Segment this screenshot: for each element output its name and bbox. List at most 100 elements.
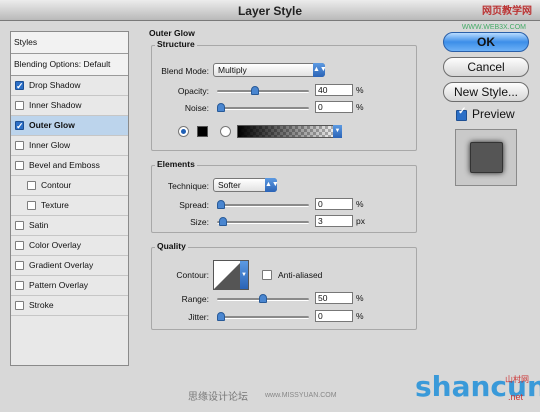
style-item-outer-glow[interactable]: Outer Glow bbox=[11, 116, 128, 136]
range-slider-thumb[interactable] bbox=[259, 294, 267, 303]
style-item-label: Texture bbox=[41, 200, 69, 210]
style-item-label: Outer Glow bbox=[29, 120, 75, 130]
spread-slider[interactable] bbox=[217, 200, 309, 209]
style-checkbox[interactable] bbox=[15, 77, 24, 96]
contour-picker[interactable]: ▼ bbox=[213, 260, 249, 290]
style-item-texture[interactable]: Texture bbox=[11, 196, 128, 216]
spread-input[interactable]: 0 bbox=[315, 198, 353, 210]
style-item-label: Bevel and Emboss bbox=[29, 160, 100, 170]
preview-swatch bbox=[470, 142, 503, 173]
new-style-button[interactable]: New Style... bbox=[443, 82, 529, 102]
glow-gradient-picker[interactable]: ▼ bbox=[237, 125, 342, 138]
style-item-label: Satin bbox=[29, 220, 49, 230]
select-arrows-icon: ▲▼ bbox=[265, 178, 279, 192]
range-label: Range: bbox=[181, 294, 209, 304]
style-item-label: Color Overlay bbox=[29, 240, 81, 250]
style-item-drop-shadow[interactable]: Drop Shadow bbox=[11, 76, 128, 96]
style-item-color-overlay[interactable]: Color Overlay bbox=[11, 236, 128, 256]
select-arrows-icon: ▲▼ bbox=[313, 63, 327, 77]
elements-title: Elements bbox=[155, 159, 197, 169]
style-checkbox[interactable] bbox=[27, 181, 36, 190]
range-slider[interactable] bbox=[217, 294, 309, 303]
opacity-input[interactable]: 40 bbox=[315, 84, 353, 96]
style-item-bevel-and-emboss[interactable]: Bevel and Emboss bbox=[11, 156, 128, 176]
noise-slider-thumb[interactable] bbox=[217, 103, 225, 112]
style-item-label: Stroke bbox=[29, 300, 54, 310]
style-item-inner-glow[interactable]: Inner Glow bbox=[11, 136, 128, 156]
style-item-label: Pattern Overlay bbox=[29, 280, 89, 290]
spread-label: Spread: bbox=[179, 200, 209, 210]
jitter-slider[interactable] bbox=[217, 312, 309, 321]
solid-color-radio[interactable] bbox=[178, 126, 189, 137]
noise-unit: % bbox=[356, 102, 364, 112]
style-preview bbox=[455, 129, 517, 186]
style-item-contour[interactable]: Contour bbox=[11, 176, 128, 196]
glow-color-swatch[interactable] bbox=[197, 126, 208, 137]
opacity-slider[interactable] bbox=[217, 86, 309, 95]
blend-mode-select[interactable]: Multiply ▲▼ bbox=[213, 63, 327, 77]
ok-button[interactable]: OK bbox=[443, 32, 529, 52]
range-input[interactable]: 50 bbox=[315, 292, 353, 304]
watermark-logo-net: .net bbox=[508, 392, 524, 402]
jitter-label: Jitter: bbox=[188, 312, 209, 322]
preview-label: Preview bbox=[472, 107, 515, 121]
style-checkbox[interactable] bbox=[15, 117, 24, 136]
blend-mode-value: Multiply bbox=[218, 65, 247, 75]
window-title: Layer Style bbox=[237, 4, 303, 18]
contour-label: Contour: bbox=[176, 270, 209, 280]
jitter-input[interactable]: 0 bbox=[315, 310, 353, 322]
style-item-gradient-overlay[interactable]: Gradient Overlay bbox=[11, 256, 128, 276]
style-item-inner-shadow[interactable]: Inner Shadow bbox=[11, 96, 128, 116]
styles-list: Styles Blending Options: Default Drop Sh… bbox=[10, 31, 129, 366]
anti-aliased-checkbox[interactable] bbox=[262, 270, 272, 280]
size-slider-thumb[interactable] bbox=[218, 217, 227, 226]
chevron-down-icon: ▼ bbox=[240, 261, 248, 289]
style-item-label: Drop Shadow bbox=[29, 80, 81, 90]
size-unit: px bbox=[356, 216, 365, 226]
range-unit: % bbox=[356, 293, 364, 303]
jitter-slider-thumb[interactable] bbox=[217, 312, 225, 321]
panel-title: Outer Glow bbox=[147, 28, 197, 38]
style-checkbox[interactable] bbox=[27, 201, 36, 210]
style-item-label: Gradient Overlay bbox=[29, 260, 94, 270]
anti-aliased-label: Anti-aliased bbox=[278, 270, 323, 280]
style-item-satin[interactable]: Satin bbox=[11, 216, 128, 236]
opacity-slider-thumb[interactable] bbox=[250, 86, 259, 95]
structure-title: Structure bbox=[155, 39, 197, 49]
quality-title: Quality bbox=[155, 241, 188, 251]
watermark-logo-cn: 山村网 bbox=[505, 375, 529, 384]
style-checkbox[interactable] bbox=[15, 261, 24, 270]
preview-checkbox[interactable] bbox=[456, 106, 467, 121]
style-checkbox[interactable] bbox=[15, 281, 24, 290]
size-input[interactable]: 3 bbox=[315, 215, 353, 227]
style-item-pattern-overlay[interactable]: Pattern Overlay bbox=[11, 276, 128, 296]
styles-header[interactable]: Styles bbox=[11, 32, 128, 54]
jitter-unit: % bbox=[356, 311, 364, 321]
noise-label: Noise: bbox=[184, 103, 209, 113]
gradient-radio[interactable] bbox=[220, 126, 231, 137]
style-checkbox[interactable] bbox=[15, 141, 24, 150]
style-checkbox[interactable] bbox=[15, 241, 24, 250]
blending-options[interactable]: Blending Options: Default bbox=[11, 54, 128, 76]
technique-label: Technique: bbox=[167, 181, 209, 191]
style-item-stroke[interactable]: Stroke bbox=[11, 296, 128, 316]
style-checkbox[interactable] bbox=[15, 101, 24, 110]
contour-curve-icon bbox=[214, 261, 242, 289]
watermark-top: 网页教学网 bbox=[482, 6, 532, 17]
technique-select[interactable]: Softer ▲▼ bbox=[213, 178, 279, 192]
spread-slider-thumb[interactable] bbox=[217, 200, 225, 209]
opacity-label: Opacity: bbox=[177, 86, 209, 96]
style-checkbox[interactable] bbox=[15, 221, 24, 230]
cancel-button[interactable]: Cancel bbox=[443, 57, 529, 77]
outer-glow-panel: Outer Glow Structure Blend Mode: Multipl… bbox=[145, 28, 425, 360]
watermark-url: WWW.WEB3X.COM bbox=[461, 24, 526, 31]
size-label: Size: bbox=[190, 217, 209, 227]
blend-mode-label: Blend Mode: bbox=[161, 66, 209, 76]
size-slider[interactable] bbox=[217, 217, 309, 226]
style-checkbox[interactable] bbox=[15, 301, 24, 310]
watermark-bottom-cn: 思缘设计论坛 bbox=[188, 392, 248, 403]
style-checkbox[interactable] bbox=[15, 161, 24, 170]
noise-input[interactable]: 0 bbox=[315, 101, 353, 113]
noise-slider[interactable] bbox=[217, 103, 309, 112]
watermark-bottom-url: www.MISSYUAN.COM bbox=[265, 392, 337, 399]
